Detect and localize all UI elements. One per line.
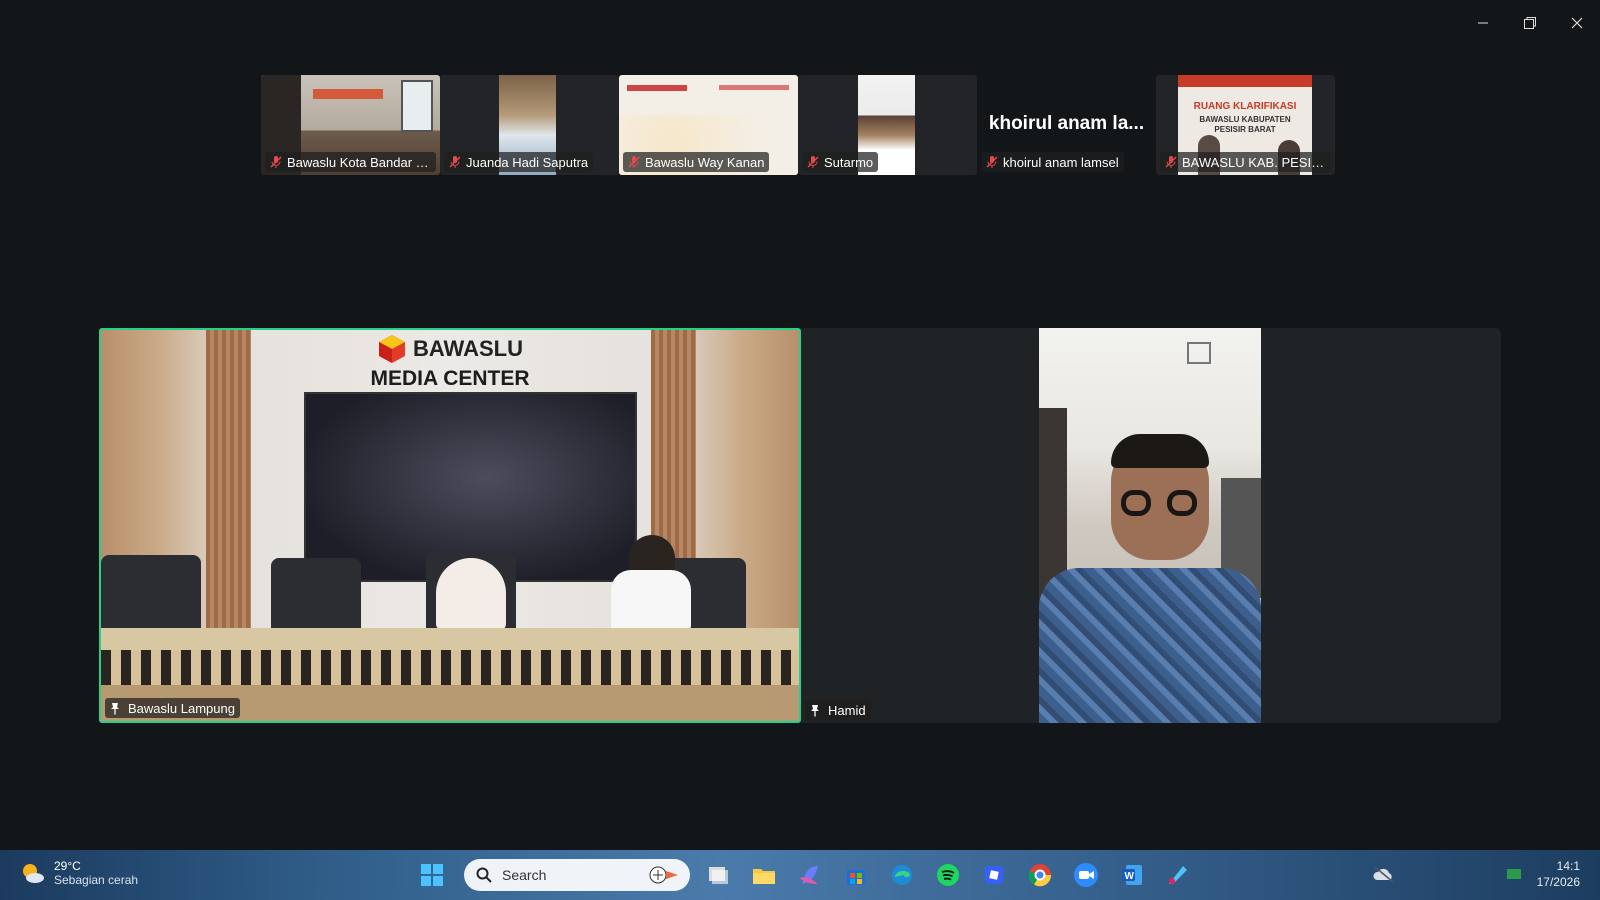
- edge-icon: [892, 865, 912, 885]
- window-controls: [1459, 0, 1600, 46]
- participant-name: khoirul anam lamsel: [1003, 154, 1119, 170]
- word-button[interactable]: W: [1114, 857, 1150, 893]
- participant-name: Bawaslu Way Kanan: [645, 154, 765, 170]
- search-icon: [476, 867, 492, 883]
- muted-mic-icon: [986, 156, 998, 168]
- bawaslu-logo-icon: [379, 335, 405, 363]
- paint-button[interactable]: [1160, 857, 1196, 893]
- word-icon: W: [1122, 865, 1142, 885]
- name-label: Bawaslu Way Kanan: [623, 152, 770, 172]
- video-feed: [1039, 328, 1261, 723]
- minimize-icon: [1477, 22, 1488, 24]
- room-sign-line3: PESISIR BARAT: [1214, 125, 1276, 134]
- muted-mic-icon: [1165, 156, 1177, 168]
- clock[interactable]: 14:1 17/2026: [1537, 858, 1580, 890]
- edge-button[interactable]: [884, 857, 920, 893]
- pin-icon: [111, 702, 119, 714]
- weather-widget[interactable]: 29°C Sebagian cerah: [20, 859, 138, 887]
- store-button[interactable]: [838, 857, 874, 893]
- system-tray: 14:1 17/2026: [1373, 858, 1580, 890]
- store-icon: [847, 870, 865, 885]
- close-icon: [1571, 17, 1582, 29]
- search-box[interactable]: Search: [464, 859, 690, 891]
- chrome-button[interactable]: [1022, 857, 1058, 893]
- participant-name: Bawaslu Lampung: [128, 700, 235, 716]
- name-label: Bawaslu Lampung: [105, 698, 240, 718]
- participant-name: Bawaslu Kota Bandar L...: [287, 154, 431, 170]
- partly-sunny-icon: [23, 864, 44, 883]
- taskbar: 29°C Sebagian cerah Search W 14:1 17/202…: [0, 850, 1600, 900]
- weather-desc: Sebagian cerah: [54, 873, 139, 887]
- copilot-icon: [800, 866, 818, 884]
- paint-icon: [1169, 866, 1187, 884]
- thumbnail-bawaslu-way-kanan[interactable]: Bawaslu Way Kanan: [619, 75, 798, 175]
- chrome-icon: [1028, 864, 1052, 887]
- search-placeholder: Search: [502, 867, 547, 883]
- video-tile-hamid[interactable]: Hamid: [801, 328, 1501, 723]
- zoom-button[interactable]: [1068, 857, 1104, 893]
- main-gallery: BAWASLU MEDIA CENTER Bawaslu Lampung Ham…: [99, 328, 1501, 723]
- clock-time: 14:1: [1556, 859, 1580, 873]
- participant-name: Hamid: [828, 702, 866, 718]
- muted-mic-icon: [807, 156, 819, 168]
- minimize-button[interactable]: [1459, 0, 1506, 46]
- thumbnail-khoirul-anam[interactable]: khoirul anam la... khoirul anam lamsel: [977, 75, 1156, 175]
- close-button[interactable]: [1553, 0, 1600, 46]
- name-label: BAWASLU KAB. PESISI...: [1160, 152, 1331, 172]
- thumbnail-bawaslu-kab-pesisir[interactable]: RUANG KLARIFIKASI BAWASLU KABUPATEN PESI…: [1156, 75, 1335, 175]
- brand-text: BAWASLU: [413, 336, 523, 361]
- roblox-icon: [985, 866, 1003, 884]
- name-label: Bawaslu Kota Bandar L...: [265, 152, 436, 172]
- restore-button[interactable]: [1506, 0, 1553, 46]
- name-label: Sutarmo: [802, 152, 879, 172]
- weather-temp: 29°C: [54, 859, 81, 873]
- room-sign: RUANG KLARIFIKASI: [1193, 101, 1297, 112]
- network-icon[interactable]: [1505, 865, 1523, 883]
- spotify-button[interactable]: [930, 857, 966, 893]
- participant-strip: Bawaslu Kota Bandar L... Juanda Hadi Sap…: [261, 75, 1335, 175]
- name-label: Hamid: [805, 700, 871, 720]
- task-view-icon: [709, 867, 728, 884]
- search-highlight-icon: [649, 866, 678, 884]
- room-sign-line2: BAWASLU KABUPATEN: [1199, 115, 1291, 124]
- media-center-sign: BAWASLU MEDIA CENTER: [101, 334, 799, 391]
- spotify-icon: [937, 864, 959, 886]
- pin-icon: [811, 704, 819, 716]
- muted-mic-icon: [628, 156, 640, 168]
- muted-mic-icon: [270, 156, 282, 168]
- video-feed: BAWASLU MEDIA CENTER: [101, 330, 799, 721]
- media-center-text: MEDIA CENTER: [370, 367, 530, 390]
- start-button[interactable]: [414, 857, 450, 893]
- windows-logo-icon: [421, 864, 443, 886]
- thumbnail-sutarmo[interactable]: Sutarmo: [798, 75, 977, 175]
- thumbnail-bawaslu-kota-bandar[interactable]: Bawaslu Kota Bandar L...: [261, 75, 440, 175]
- thumbnail-juanda-hadi-saputra[interactable]: Juanda Hadi Saputra: [440, 75, 619, 175]
- participant-figure: [436, 558, 506, 630]
- participant-name: BAWASLU KAB. PESISI...: [1182, 154, 1326, 170]
- copilot-button[interactable]: [792, 857, 828, 893]
- file-explorer-icon: [753, 869, 775, 884]
- name-label: khoirul anam lamsel: [981, 152, 1124, 172]
- video-tile-bawaslu-lampung[interactable]: BAWASLU MEDIA CENTER Bawaslu Lampung: [99, 328, 801, 723]
- participant-name: Juanda Hadi Saputra: [466, 154, 589, 170]
- muted-mic-icon: [449, 156, 461, 168]
- restore-icon: [1523, 17, 1536, 29]
- task-view-button[interactable]: [700, 857, 736, 893]
- participant-display-name: khoirul anam la...: [988, 113, 1145, 134]
- svg-text:W: W: [1125, 871, 1135, 882]
- name-label: Juanda Hadi Saputra: [444, 152, 594, 172]
- taskbar-apps: Search W: [414, 857, 1206, 893]
- onedrive-icon[interactable]: [1373, 865, 1395, 883]
- roblox-button[interactable]: [976, 857, 1012, 893]
- participant-name: Sutarmo: [824, 154, 874, 170]
- zoom-icon: [1074, 863, 1098, 887]
- file-explorer-button[interactable]: [746, 857, 782, 893]
- clock-date: 17/2026: [1536, 875, 1580, 889]
